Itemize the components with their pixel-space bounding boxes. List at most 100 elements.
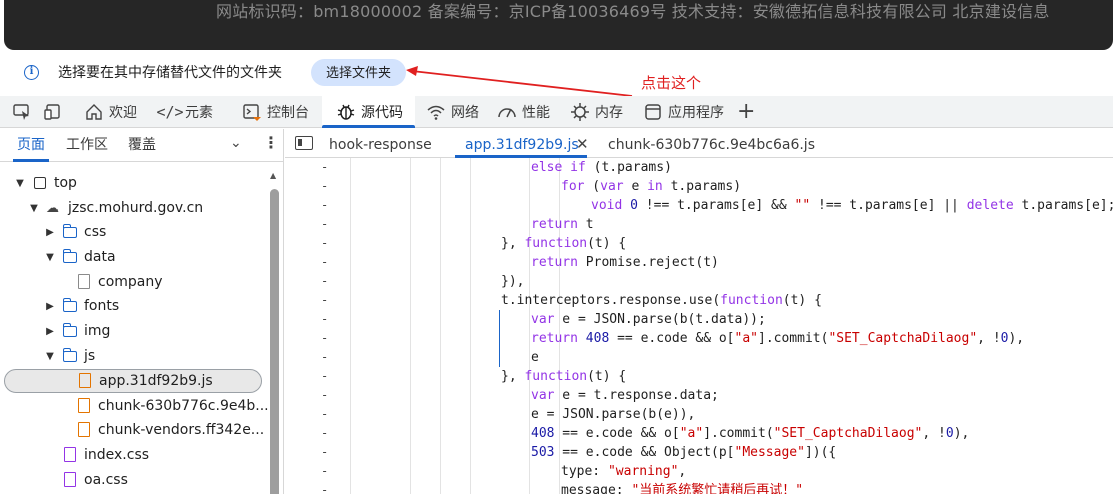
gutter-marker: - (321, 388, 329, 402)
tree-item-data[interactable]: ▼ data (44, 245, 306, 269)
gutter-marker: - (321, 274, 329, 288)
navigator-scrollbar[interactable]: ▲ (269, 171, 279, 494)
gutter-marker: - (321, 198, 329, 212)
gutter-marker: - (321, 445, 329, 459)
scrollbar-thumb[interactable] (270, 189, 279, 494)
code-line: e = JSON.parse(b(e)), (531, 407, 696, 422)
tab-network[interactable]: 网络 (426, 96, 479, 128)
chevron-down-icon[interactable]: ⌄ (230, 135, 242, 151)
code-line: 408 == e.code && o["a"].commit("SET_Capt… (531, 426, 970, 441)
navigator-tabs: 页面 工作区 覆盖 ⌄ ⋮ (0, 129, 284, 162)
code-line: message: "当前系统繁忙请稍后再试！" (561, 483, 804, 494)
tree-item-label: app.31df92b9.js (99, 373, 213, 389)
tab-console[interactable]: 控制台 (242, 96, 309, 128)
expand-triangle-icon[interactable]: ▼ (14, 178, 26, 189)
expand-triangle-icon[interactable]: ▼ (44, 351, 56, 362)
expand-triangle-icon[interactable]: ▼ (28, 203, 40, 214)
inspect-icon (12, 102, 32, 122)
expand-triangle-icon[interactable]: ▼ (44, 252, 56, 263)
select-folder-button[interactable]: 选择文件夹 (311, 59, 406, 86)
code-area[interactable]: - - - - - - - - - - - - - - - - - - else if (t.params) fo… (285, 158, 1113, 494)
tab-sources[interactable]: 源代码 (322, 96, 415, 128)
gutter-marker: - (321, 255, 329, 269)
tree-item-app-js[interactable]: app.31df92b9.js (4, 369, 262, 393)
tree-item-label: top (54, 175, 77, 191)
tree-item-label: chunk-630b776c.9e4b... (98, 398, 269, 414)
tree-item-label: chunk-vendors.ff342e... (98, 422, 265, 438)
tab-application[interactable]: 应用程序 (643, 96, 724, 128)
tree-item-label: index.css (84, 447, 150, 463)
tab-memory[interactable]: 内存 (570, 96, 623, 128)
tab-performance[interactable]: 性能 (497, 96, 550, 128)
folder-icon (62, 224, 77, 238)
folder-icon (62, 249, 77, 263)
collapse-triangle-icon[interactable]: ▶ (44, 227, 56, 238)
editor-tab-hook-response[interactable]: hook-response (329, 129, 432, 158)
gutter-marker: - (321, 369, 329, 383)
cloud-icon: ☁ (46, 201, 59, 216)
code-line: return t (531, 217, 594, 232)
code-icon: </> (156, 103, 184, 121)
tab-workspace[interactable]: 工作区 (66, 129, 108, 162)
tab-welcome[interactable]: 欢迎 (84, 96, 137, 128)
code-line: }, function(t) { (501, 236, 627, 251)
code-line: e (531, 350, 539, 365)
inspect-element-button[interactable] (12, 96, 37, 128)
editor-tab-chunk-630[interactable]: chunk-630b776c.9e4bc6a6.js (608, 129, 815, 158)
more-tools-button[interactable]: + (737, 98, 755, 126)
tab-performance-label: 性能 (522, 105, 550, 121)
gutter-marker: - (321, 179, 329, 193)
tab-memory-label: 内存 (595, 105, 623, 121)
tree-item-js[interactable]: ▼ js (44, 344, 306, 368)
tree-item-top[interactable]: ▼ top (14, 171, 276, 195)
tab-overrides[interactable]: 覆盖 (128, 129, 156, 162)
editor-tabs: hook-response app.31df92b9.js ✕ chunk-63… (285, 129, 1113, 158)
tree-item-label: img (84, 323, 111, 339)
code-line: return 408 == e.code && o["a"].commit("S… (531, 331, 1025, 346)
gutter-marker: - (321, 426, 329, 440)
editor-tab-app-js[interactable]: app.31df92b9.js (455, 129, 587, 158)
code-line: t.interceptors.response.use(function(t) … (501, 293, 822, 308)
toggle-navigator-icon[interactable] (295, 136, 313, 150)
device-toolbar-button[interactable] (43, 96, 68, 128)
tree-item-fonts[interactable]: ▶ fonts (44, 294, 306, 318)
code-line: void 0 !== t.params[e] && "" !== t.param… (591, 198, 1113, 213)
tab-network-label: 网络 (451, 105, 479, 121)
css-file-icon (64, 447, 76, 462)
application-icon (643, 102, 663, 122)
console-icon (242, 102, 262, 122)
info-icon: i (24, 65, 39, 80)
gutter-marker: - (321, 217, 329, 231)
tree-item-img[interactable]: ▶ img (44, 319, 306, 343)
tab-application-label: 应用程序 (668, 105, 724, 121)
more-options-icon[interactable]: ⋮ (263, 133, 279, 152)
devtools-tab-bar: 欢迎 </> 元素 控制台 源代码 网络 性能 内存 应用程序 + (0, 96, 1113, 128)
performance-icon (497, 102, 517, 122)
gutter-marker: - (321, 331, 329, 345)
close-icon[interactable]: ✕ (576, 135, 589, 153)
gutter-marker: - (321, 407, 329, 421)
tree-item-label: jzsc.mohurd.gov.cn (68, 200, 204, 216)
frame-icon (34, 177, 46, 189)
js-file-icon (78, 422, 90, 437)
scroll-up-icon[interactable]: ▲ (270, 171, 276, 180)
file-icon (78, 274, 90, 289)
tab-elements[interactable]: </> 元素 (156, 96, 213, 128)
tab-console-label: 控制台 (267, 105, 309, 121)
collapse-triangle-icon[interactable]: ▶ (44, 301, 56, 312)
device-icon (43, 102, 63, 122)
tab-sources-label: 源代码 (361, 105, 403, 121)
site-footer: 网站标识码：bm18000002 备案编号：京ICP备10036469号 技术支… (4, 0, 1113, 50)
tree-item-domain[interactable]: ▼ ☁ jzsc.mohurd.gov.cn (28, 196, 290, 220)
folder-prompt-bar: i 选择要在其中存储替代文件的文件夹 选择文件夹 (0, 50, 1113, 96)
js-file-icon (78, 398, 90, 413)
tree-item-label: oa.css (84, 472, 128, 488)
tab-welcome-label: 欢迎 (109, 105, 137, 121)
tab-page[interactable]: 页面 (13, 129, 49, 162)
folder-prompt-message: 选择要在其中存储替代文件的文件夹 (58, 65, 282, 81)
js-file-icon (79, 373, 91, 388)
tree-item-css[interactable]: ▶ css (44, 220, 306, 244)
code-line: else if (t.params) (531, 160, 672, 175)
tree-item-label: fonts (84, 298, 120, 314)
collapse-triangle-icon[interactable]: ▶ (44, 326, 56, 337)
